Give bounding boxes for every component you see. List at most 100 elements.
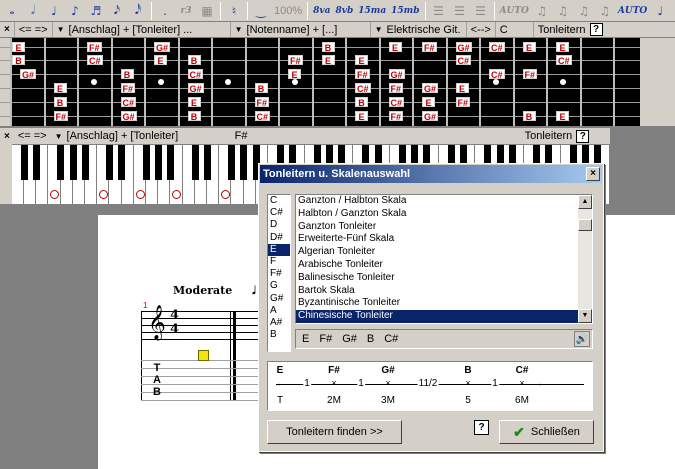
- fretboard-nav[interactable]: <= =>: [15, 22, 53, 37]
- fretboard-note[interactable]: C#: [254, 111, 271, 122]
- piano-black-key[interactable]: [106, 145, 114, 180]
- instrument-dropdown[interactable]: ▼ Elektrische Git.: [371, 22, 467, 37]
- fretboard-note[interactable]: B: [321, 42, 335, 53]
- fretboard[interactable]: E F# G# B E F# G# C# E E B C# E B F# E E C# C# G# B C# E F# G# C#…: [0, 38, 640, 126]
- fretboard-note[interactable]: E: [556, 42, 569, 53]
- fretboard-note[interactable]: C#: [556, 55, 572, 66]
- fretboard-note[interactable]: E: [154, 55, 167, 66]
- fretboard-note[interactable]: G#: [120, 111, 137, 122]
- beam-icon[interactable]: ♫: [532, 1, 552, 21]
- piano-black-key[interactable]: [240, 145, 248, 180]
- fretboard-note[interactable]: G#: [20, 69, 37, 80]
- whole-note-button[interactable]: 𝅝: [2, 1, 22, 21]
- fretboard-note[interactable]: F#: [120, 83, 136, 94]
- fretboard-note[interactable]: F#: [288, 55, 303, 66]
- fretboard-note[interactable]: E: [53, 83, 67, 94]
- piano-black-key[interactable]: [20, 145, 28, 180]
- scale-list-item[interactable]: Chinesische Tonleiter: [296, 310, 578, 323]
- fretboard-note[interactable]: G#: [187, 83, 204, 94]
- chord-grid-icon[interactable]: ▦: [197, 1, 217, 21]
- fretboard-note[interactable]: B: [254, 83, 268, 94]
- fretboard-note[interactable]: B: [522, 111, 536, 122]
- piano-filter-dropdown[interactable]: ▼ [Anschlag] + [Tonleiter]: [51, 128, 231, 144]
- auto-stem-button[interactable]: AUTO: [616, 1, 649, 21]
- sixteenth-note-button[interactable]: ♬: [86, 1, 106, 21]
- fretboard-note[interactable]: E: [355, 111, 368, 122]
- stem-up-icon[interactable]: ♩: [650, 1, 670, 21]
- key-list-item[interactable]: B: [268, 329, 290, 341]
- fretboard-note[interactable]: B: [187, 55, 201, 66]
- beam-icon[interactable]: ♫: [574, 1, 594, 21]
- fretboard-note[interactable]: F#: [455, 97, 471, 108]
- fretboard-help-button[interactable]: ?: [589, 23, 603, 36]
- 8va-button[interactable]: 8va: [311, 1, 332, 21]
- key-list-item[interactable]: F: [268, 256, 290, 268]
- fretboard-note[interactable]: C#: [489, 42, 505, 53]
- sixtyfourth-note-button[interactable]: 𝅘𝅥𝅰: [128, 1, 148, 21]
- fretboard-note[interactable]: E: [187, 97, 201, 108]
- beam-icon[interactable]: ♫: [553, 1, 573, 21]
- dialog-title-bar[interactable]: Tonleitern u. Skalenauswahl: [260, 165, 602, 183]
- key-list-item[interactable]: F#: [268, 268, 290, 280]
- fretboard-note[interactable]: C#: [455, 55, 472, 66]
- piano-black-key[interactable]: [228, 145, 236, 180]
- key-list-item[interactable]: G: [268, 280, 290, 292]
- fretboard-note[interactable]: F#: [87, 42, 102, 53]
- scroll-up-icon[interactable]: ▲: [578, 195, 592, 209]
- dot-button[interactable]: .: [155, 1, 175, 21]
- fretboard-filter2-dropdown[interactable]: ▼ [Notenname] + [...]: [231, 22, 371, 37]
- lines-icon[interactable]: ☰: [471, 1, 491, 21]
- key-list-item[interactable]: E: [268, 243, 290, 256]
- fretboard-note[interactable]: G#: [422, 83, 439, 94]
- fretboard-note[interactable]: G#: [154, 42, 171, 53]
- piano-black-key[interactable]: [69, 145, 77, 180]
- scale-list-item[interactable]: Byzantinische Tonleiter: [296, 297, 578, 310]
- 8vb-button[interactable]: 8vb: [333, 1, 355, 21]
- fretboard-note[interactable]: E: [355, 55, 368, 66]
- tie-button[interactable]: ‿: [251, 1, 271, 21]
- scale-list-item[interactable]: Arabische Tonleiter: [296, 259, 578, 272]
- fretboard-note[interactable]: C#: [187, 69, 204, 80]
- scale-list[interactable]: Ganzton / Halbton Skala Halbton / Ganzton…: [295, 194, 593, 324]
- piano-help-button[interactable]: ?: [576, 129, 590, 143]
- key-list-item[interactable]: A#: [268, 317, 290, 329]
- fretboard-note[interactable]: E: [455, 83, 469, 94]
- scale-list-item[interactable]: Erweiterte-Fünf Skala: [296, 233, 578, 246]
- key-list-item[interactable]: D#: [268, 232, 290, 244]
- piano-black-key[interactable]: [57, 145, 65, 180]
- cursor-marker[interactable]: [198, 350, 209, 361]
- 15mb-button[interactable]: 15mb: [389, 1, 421, 21]
- eighth-note-button[interactable]: ♪: [65, 1, 85, 21]
- fretboard-note[interactable]: F#: [522, 69, 538, 80]
- fretboard-note[interactable]: G#: [422, 111, 439, 122]
- scale-list-item[interactable]: Bartok Skala: [296, 285, 578, 298]
- fretboard-note[interactable]: E: [422, 97, 435, 108]
- fretboard-filter1-dropdown[interactable]: ▼ [Anschlag] + [Tonleiter] ...: [53, 22, 231, 37]
- fretboard-note[interactable]: C#: [87, 55, 103, 66]
- thirtysecond-note-button[interactable]: 𝅘𝅥𝅯: [107, 1, 127, 21]
- lines-icon[interactable]: ☰: [429, 1, 449, 21]
- auto-beam-button[interactable]: AUTO: [498, 1, 531, 21]
- beam-icon[interactable]: ♫: [595, 1, 615, 21]
- close-button[interactable]: ✔ Schließen: [499, 420, 594, 444]
- key-list-item[interactable]: A: [268, 305, 290, 317]
- fretboard-note[interactable]: C#: [120, 97, 137, 108]
- fretboard-note[interactable]: E: [556, 111, 569, 122]
- key-list-item[interactable]: C#: [268, 207, 290, 219]
- fretboard-arrows-button[interactable]: <-->: [467, 22, 496, 37]
- piano-black-key[interactable]: [167, 145, 175, 180]
- fretboard-note[interactable]: B: [12, 55, 25, 66]
- scale-list-item[interactable]: Algerian Tonleiter: [296, 246, 578, 259]
- fretboard-close-button[interactable]: ×: [0, 22, 15, 37]
- find-scales-button[interactable]: Tonleitern finden >>: [267, 420, 402, 444]
- scale-list-scrollbar[interactable]: ▲ ▼: [578, 195, 592, 323]
- fretboard-note[interactable]: C#: [489, 69, 505, 80]
- fretboard-note[interactable]: E: [388, 42, 402, 53]
- piano-black-key[interactable]: [118, 145, 126, 180]
- key-list[interactable]: C C# D D# E F F# G G# A A# B: [267, 194, 291, 352]
- piano-black-key[interactable]: [81, 145, 89, 180]
- fretboard-note[interactable]: F#: [254, 97, 270, 108]
- half-note-button[interactable]: 𝅗𝅥: [23, 1, 43, 21]
- fretboard-note[interactable]: E: [321, 55, 335, 66]
- fretboard-note[interactable]: C#: [355, 83, 371, 94]
